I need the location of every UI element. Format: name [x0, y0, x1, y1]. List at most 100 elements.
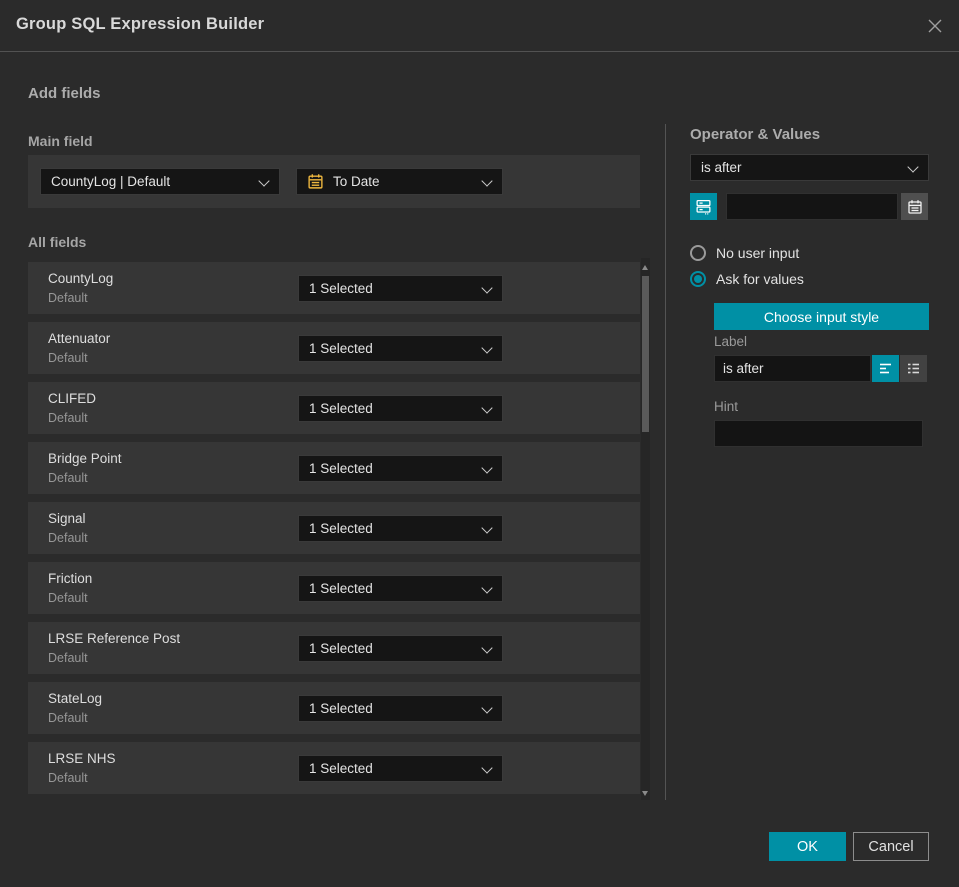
- radio-selected-icon: [690, 271, 706, 287]
- main-field-label: Main field: [28, 133, 93, 149]
- field-type: Default: [48, 651, 88, 665]
- field-name: Attenuator: [48, 331, 111, 346]
- field-name: Signal: [48, 511, 86, 526]
- field-name: Friction: [48, 571, 93, 586]
- add-fields-heading: Add fields: [28, 85, 101, 102]
- field-type: Default: [48, 291, 88, 305]
- field-row-statelog: StateLog Default 1 Selected: [28, 682, 640, 734]
- all-fields-label: All fields: [28, 234, 87, 250]
- field-name: CountyLog: [48, 271, 114, 286]
- chevron-down-icon: [258, 175, 270, 187]
- field-selected-dropdown[interactable]: 1 Selected: [298, 575, 503, 602]
- date-picker-button[interactable]: [901, 193, 928, 220]
- chevron-down-icon: [481, 282, 493, 294]
- field-row-attenuator: Attenuator Default 1 Selected: [28, 322, 640, 374]
- field-selected-value: 1 Selected: [309, 521, 373, 536]
- field-type: Default: [48, 711, 88, 725]
- field-selected-dropdown[interactable]: 1 Selected: [298, 755, 503, 782]
- main-field-dropdown[interactable]: CountyLog | Default: [40, 168, 280, 195]
- cancel-button[interactable]: Cancel: [853, 832, 929, 861]
- field-row-clifed: CLIFED Default 1 Selected: [28, 382, 640, 434]
- calendar-icon: [907, 199, 922, 214]
- dialog-title: Group SQL Expression Builder: [16, 15, 265, 33]
- field-selected-dropdown[interactable]: 1 Selected: [298, 275, 503, 302]
- chevron-down-icon: [481, 642, 493, 654]
- dialog-header: Group SQL Expression Builder: [0, 0, 959, 52]
- operator-values-heading: Operator & Values: [690, 126, 821, 143]
- chevron-down-icon: [481, 462, 493, 474]
- field-selected-value: 1 Selected: [309, 761, 373, 776]
- field-selected-value: 1 Selected: [309, 281, 373, 296]
- scroll-up-arrow-icon[interactable]: [642, 265, 648, 270]
- close-icon[interactable]: [925, 16, 945, 36]
- hint-input[interactable]: [714, 420, 923, 447]
- radio-label: Ask for values: [716, 271, 804, 287]
- field-selected-value: 1 Selected: [309, 461, 373, 476]
- align-left-icon: [880, 363, 891, 374]
- ok-button[interactable]: OK: [769, 832, 846, 861]
- field-selected-value: 1 Selected: [309, 641, 373, 656]
- hint-field-label: Hint: [714, 399, 739, 414]
- unique-values-icon: [696, 200, 711, 215]
- field-name: LRSE Reference Post: [48, 631, 181, 646]
- radio-label: No user input: [716, 245, 800, 261]
- field-type: Default: [48, 351, 88, 365]
- operator-dropdown-value: is after: [701, 160, 742, 175]
- field-name: LRSE NHS: [48, 751, 116, 766]
- field-selected-value: 1 Selected: [309, 341, 373, 356]
- list-icon: [908, 363, 919, 374]
- main-field-panel: CountyLog | Default To Date: [28, 155, 640, 208]
- field-selected-value: 1 Selected: [309, 581, 373, 596]
- field-name: Bridge Point: [48, 451, 122, 466]
- date-type-dropdown[interactable]: To Date: [296, 168, 503, 195]
- field-selected-dropdown[interactable]: 1 Selected: [298, 335, 503, 362]
- field-type: Default: [48, 471, 88, 485]
- date-type-dropdown-value: To Date: [333, 174, 380, 189]
- operator-dropdown[interactable]: is after: [690, 154, 929, 181]
- label-input[interactable]: [714, 355, 871, 382]
- all-fields-list: CountyLog Default 1 Selected Attenuator …: [28, 262, 640, 802]
- chevron-down-icon: [907, 161, 919, 173]
- field-selected-dropdown[interactable]: 1 Selected: [298, 455, 503, 482]
- scrollbar-thumb[interactable]: [642, 276, 649, 432]
- field-name: StateLog: [48, 691, 103, 706]
- field-type: Default: [48, 531, 88, 545]
- value-type-button[interactable]: [690, 193, 717, 220]
- radio-unselected-icon: [690, 245, 706, 261]
- field-selected-dropdown[interactable]: 1 Selected: [298, 635, 503, 662]
- field-type: Default: [48, 591, 88, 605]
- chevron-down-icon: [481, 702, 493, 714]
- vertical-divider: [665, 124, 666, 800]
- text-input-style-button[interactable]: [872, 355, 899, 382]
- field-selected-value: 1 Selected: [309, 701, 373, 716]
- list-scrollbar[interactable]: [641, 258, 650, 800]
- calendar-icon: [307, 173, 324, 190]
- chevron-down-icon: [481, 402, 493, 414]
- scroll-down-arrow-icon[interactable]: [642, 791, 648, 796]
- choose-input-style-button[interactable]: Choose input style: [714, 303, 929, 330]
- field-selected-dropdown[interactable]: 1 Selected: [298, 515, 503, 542]
- chevron-down-icon: [481, 582, 493, 594]
- field-selected-value: 1 Selected: [309, 401, 373, 416]
- label-field-label: Label: [714, 334, 748, 349]
- chevron-down-icon: [481, 762, 493, 774]
- field-row-lrse-nhs: LRSE NHS Default 1 Selected: [28, 742, 640, 794]
- value-input[interactable]: [726, 193, 898, 220]
- field-selected-dropdown[interactable]: 1 Selected: [298, 395, 503, 422]
- list-input-style-button[interactable]: [900, 355, 927, 382]
- field-type: Default: [48, 411, 88, 425]
- field-row-bridge-point: Bridge Point Default 1 Selected: [28, 442, 640, 494]
- radio-ask-for-values[interactable]: Ask for values: [690, 271, 804, 287]
- radio-no-user-input[interactable]: No user input: [690, 245, 799, 261]
- chevron-down-icon: [481, 522, 493, 534]
- field-row-signal: Signal Default 1 Selected: [28, 502, 640, 554]
- field-row-lrse-reference-post: LRSE Reference Post Default 1 Selected: [28, 622, 640, 674]
- chevron-down-icon: [481, 175, 493, 187]
- field-row-countylog: CountyLog Default 1 Selected: [28, 262, 640, 314]
- main-field-dropdown-value: CountyLog | Default: [51, 174, 171, 189]
- field-type: Default: [48, 771, 88, 785]
- field-name: CLIFED: [48, 391, 97, 406]
- field-row-friction: Friction Default 1 Selected: [28, 562, 640, 614]
- field-selected-dropdown[interactable]: 1 Selected: [298, 695, 503, 722]
- group-sql-expression-builder-dialog: Group SQL Expression Builder Add fields …: [0, 0, 959, 887]
